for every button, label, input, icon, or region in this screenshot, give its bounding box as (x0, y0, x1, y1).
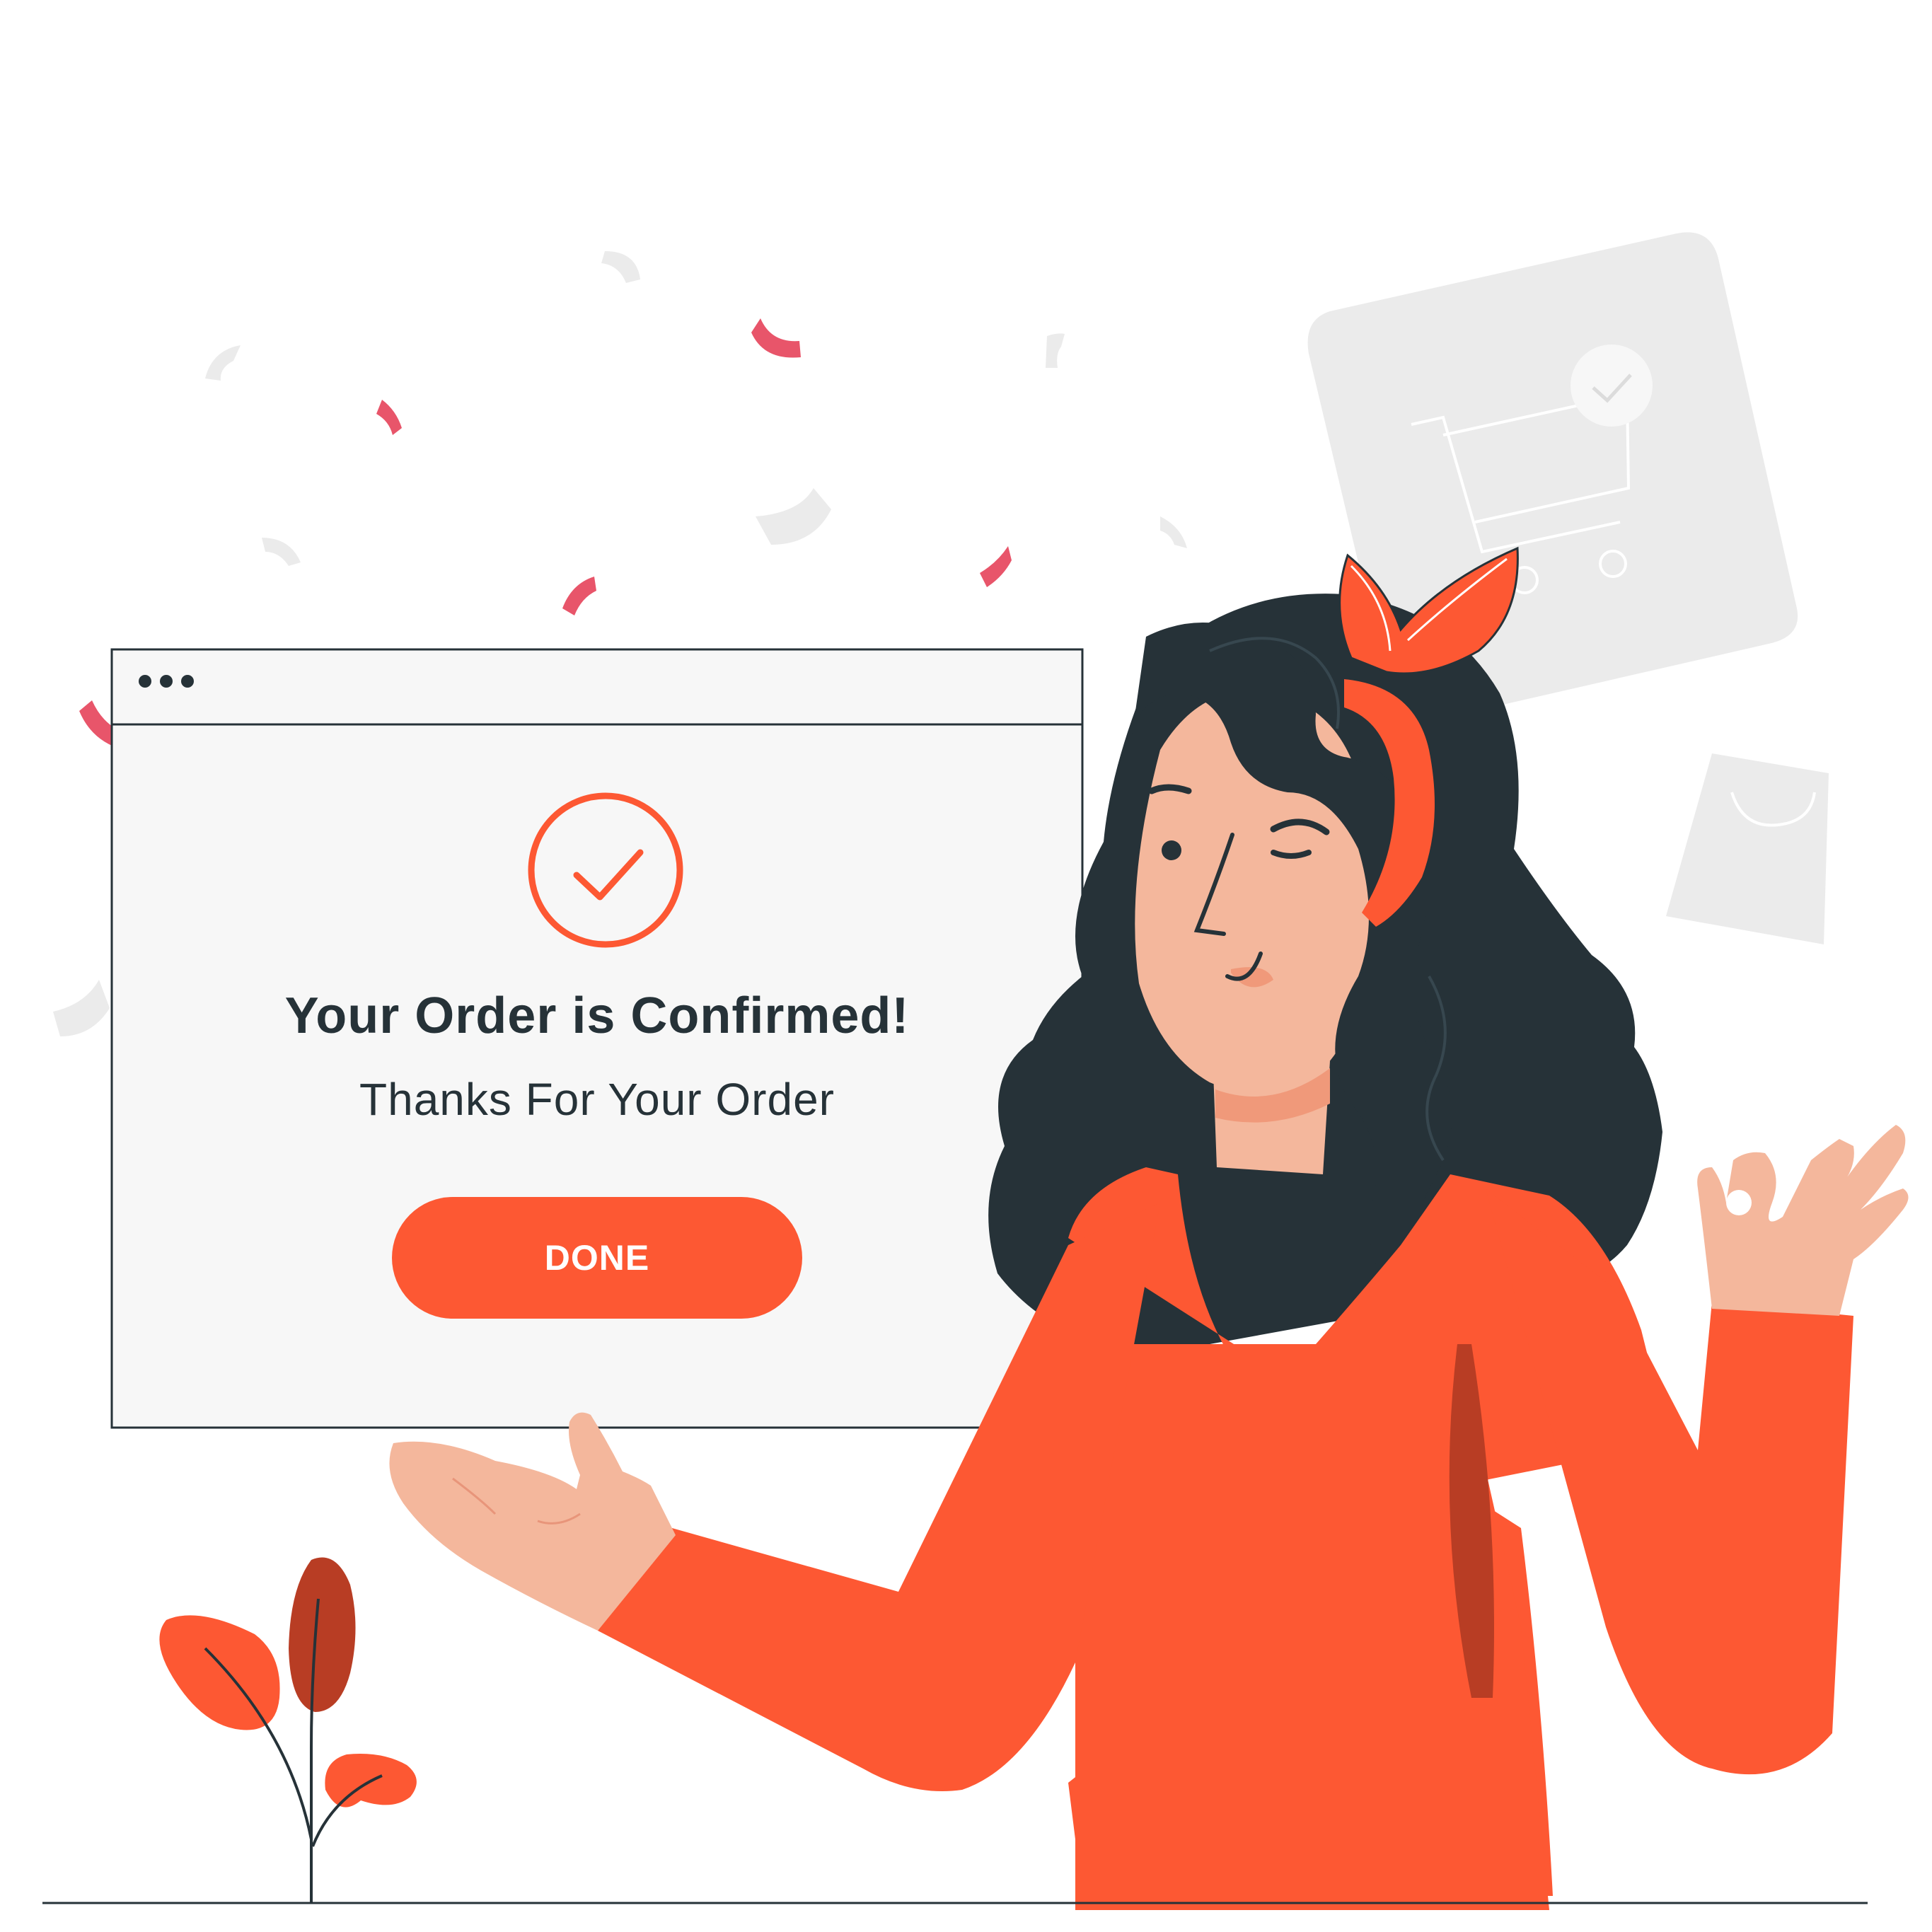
three-dots-icon (139, 675, 194, 688)
shopping-bag-icon (1666, 753, 1829, 944)
gray-confetti-piece (262, 538, 301, 566)
illustration-canvas (42, 232, 1909, 1910)
gray-confetti-piece (205, 345, 241, 381)
gray-confetti-piece (1160, 516, 1187, 548)
gray-confetti-piece (756, 488, 831, 545)
ok-gesture-gap (1726, 1190, 1752, 1215)
gray-confetti-piece (53, 980, 110, 1036)
order-confirmed-illustration: Your Order is Confirmed! Thanks For Your… (0, 0, 1932, 1932)
confirmation-subtitle: Thanks For Your Order (359, 1074, 835, 1125)
confetti-piece (376, 400, 402, 435)
right-hand (1697, 1125, 1909, 1316)
plant-decoration (159, 1557, 417, 1903)
left-eyebrow (1148, 784, 1192, 794)
done-button[interactable]: DONE (392, 1197, 802, 1319)
gray-confetti-piece (601, 251, 640, 283)
gray-confetti-piece (1046, 333, 1065, 368)
confirmation-title: Your Order is Confirmed! (284, 988, 910, 1044)
check-circle-icon (1571, 345, 1653, 427)
left-eye (1162, 840, 1181, 860)
confetti-piece (980, 546, 1012, 587)
confetti-piece (751, 318, 801, 358)
confetti-piece (562, 577, 596, 615)
